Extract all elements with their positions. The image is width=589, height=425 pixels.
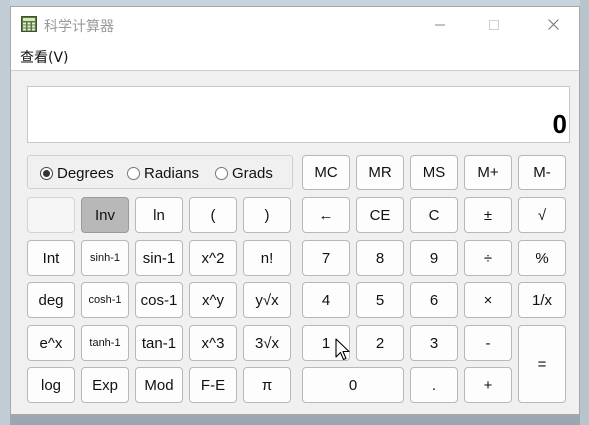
- negate-button[interactable]: ±: [464, 197, 512, 233]
- reciprocal-button[interactable]: 1/x: [518, 282, 566, 318]
- radio-radians-label: Radians: [144, 164, 200, 182]
- percent-button[interactable]: %: [518, 240, 566, 276]
- title-bar[interactable]: 科学计算器: [11, 7, 579, 41]
- int-button[interactable]: Int: [27, 240, 75, 276]
- inv-button[interactable]: Inv: [81, 197, 129, 233]
- window-title: 科学计算器: [44, 19, 114, 35]
- exp-button[interactable]: Exp: [81, 367, 129, 403]
- atanh-button[interactable]: tanh-1: [81, 325, 129, 361]
- ms-button[interactable]: MS: [410, 155, 458, 190]
- display-value: 0: [552, 109, 567, 139]
- m-minus-button[interactable]: M-: [518, 155, 566, 190]
- blank-button: [27, 197, 75, 233]
- atan-button[interactable]: tan-1: [135, 325, 183, 361]
- radio-degrees-label: Degrees: [57, 164, 114, 182]
- radio-unselected-icon: [127, 166, 140, 180]
- digit-9-button[interactable]: 9: [410, 240, 458, 276]
- mc-button[interactable]: MC: [302, 155, 350, 190]
- decimal-button[interactable]: .: [410, 367, 458, 403]
- c-button[interactable]: C: [410, 197, 458, 233]
- equals-button[interactable]: =: [518, 325, 566, 403]
- asin-button[interactable]: sin-1: [135, 240, 183, 276]
- close-icon: [547, 19, 559, 30]
- log-button[interactable]: log: [27, 367, 75, 403]
- desktop-background: [0, 0, 10, 425]
- digit-7-button[interactable]: 7: [302, 240, 350, 276]
- digit-2-button[interactable]: 2: [356, 325, 404, 361]
- acos-button[interactable]: cos-1: [135, 282, 183, 318]
- maximize-icon: [489, 19, 499, 30]
- fe-button[interactable]: F-E: [189, 367, 237, 403]
- digit-3-button[interactable]: 3: [410, 325, 458, 361]
- calculator-app-icon: [21, 16, 37, 32]
- factorial-button[interactable]: n!: [243, 240, 291, 276]
- minimize-icon: [435, 24, 445, 25]
- subtract-button[interactable]: -: [464, 325, 512, 361]
- open-paren-button[interactable]: (: [189, 197, 237, 233]
- ce-button[interactable]: CE: [356, 197, 404, 233]
- digit-0-button[interactable]: 0: [302, 367, 404, 403]
- m-plus-button[interactable]: M+: [464, 155, 512, 190]
- calculator-window: 科学计算器 查看(V) 0 Degrees Radians Grads MC M: [10, 6, 580, 415]
- pi-button[interactable]: π: [243, 367, 291, 403]
- digit-5-button[interactable]: 5: [356, 282, 404, 318]
- acosh-button[interactable]: cosh-1: [81, 282, 129, 318]
- divide-button[interactable]: ÷: [464, 240, 512, 276]
- radio-selected-icon: [40, 166, 53, 180]
- minimize-button[interactable]: [417, 7, 463, 41]
- sqrt-button[interactable]: √: [518, 197, 566, 233]
- close-paren-button[interactable]: ): [243, 197, 291, 233]
- power-button[interactable]: x^y: [189, 282, 237, 318]
- deg-button[interactable]: deg: [27, 282, 75, 318]
- mouse-cursor-icon: [335, 338, 350, 361]
- desktop-background: [580, 0, 589, 425]
- ln-button[interactable]: ln: [135, 197, 183, 233]
- result-display: 0: [27, 86, 570, 143]
- square-button[interactable]: x^2: [189, 240, 237, 276]
- cube-root-button[interactable]: 3√x: [243, 325, 291, 361]
- menu-bar: 查看(V): [11, 41, 579, 71]
- mr-button[interactable]: MR: [356, 155, 404, 190]
- add-button[interactable]: +: [464, 367, 512, 403]
- multiply-button[interactable]: ×: [464, 282, 512, 318]
- asinh-button[interactable]: sinh-1: [81, 240, 129, 276]
- digit-6-button[interactable]: 6: [410, 282, 458, 318]
- digit-8-button[interactable]: 8: [356, 240, 404, 276]
- menu-view[interactable]: 查看(V): [20, 47, 69, 67]
- maximize-button[interactable]: [471, 7, 517, 41]
- radio-grads-label: Grads: [232, 164, 273, 182]
- mod-button[interactable]: Mod: [135, 367, 183, 403]
- cube-button[interactable]: x^3: [189, 325, 237, 361]
- radio-unselected-icon: [215, 166, 228, 180]
- radio-radians[interactable]: Radians: [127, 163, 199, 183]
- radio-grads[interactable]: Grads: [215, 163, 273, 183]
- digit-4-button[interactable]: 4: [302, 282, 350, 318]
- close-button[interactable]: [530, 7, 576, 41]
- radio-degrees[interactable]: Degrees: [40, 163, 114, 183]
- exp-e-button[interactable]: e^x: [27, 325, 75, 361]
- angle-mode-group: Degrees Radians Grads: [27, 155, 293, 189]
- yth-root-button[interactable]: y√x: [243, 282, 291, 318]
- backspace-button[interactable]: ←: [302, 197, 350, 233]
